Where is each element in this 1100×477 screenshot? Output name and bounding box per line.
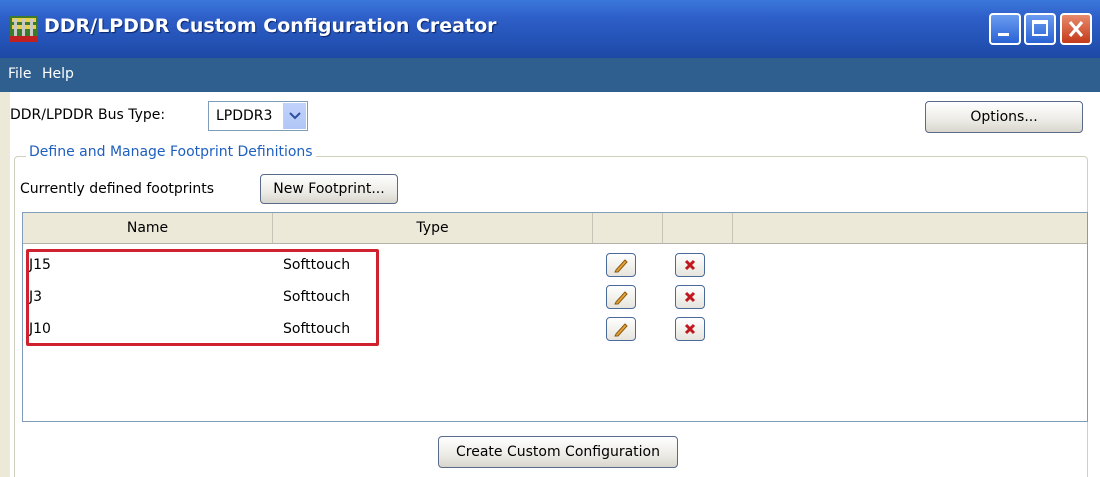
app-icon [10,16,38,42]
pencil-icon [614,323,628,337]
close-icon [1068,21,1084,37]
group-title: Define and Manage Footprint Definitions [26,144,316,160]
pencil-icon [614,259,628,273]
maximize-button[interactable] [1024,13,1056,45]
footprint-table: Name Type J15 Softtouch J3 Softtouch J10… [22,212,1088,422]
table-header: Name Type [23,213,1087,244]
table-row[interactable]: J10 Softtouch [23,313,1087,345]
app-window: DDR/LPDDR Custom Configuration Creator F… [0,0,1100,477]
main-panel: DDR/LPDDR Bus Type: LPDDR3 Options... De… [10,92,1100,477]
chevron-down-icon[interactable] [283,103,306,129]
bus-type-value: LPDDR3 [216,108,273,124]
footprint-type: Softtouch [283,321,351,337]
column-header-delete [663,213,733,243]
title-bar[interactable]: DDR/LPDDR Custom Configuration Creator [0,0,1100,58]
bus-type-label: DDR/LPDDR Bus Type: [10,107,166,123]
table-row[interactable]: J3 Softtouch [23,281,1087,313]
edit-button[interactable] [606,253,636,277]
new-footprint-button[interactable]: New Footprint... [260,174,398,204]
red-x-icon [684,291,696,303]
red-x-icon [684,323,696,335]
footprint-name: J10 [29,321,51,337]
menu-file[interactable]: File [8,66,31,82]
pencil-icon [614,291,628,305]
edit-button[interactable] [606,285,636,309]
window-title: DDR/LPDDR Custom Configuration Creator [44,15,497,37]
minimize-icon [998,33,1009,36]
create-configuration-button[interactable]: Create Custom Configuration [438,436,678,468]
menu-bar: File Help [0,58,1100,92]
column-header-name[interactable]: Name [23,213,273,243]
footprint-name: J3 [29,289,43,305]
currently-defined-label: Currently defined footprints [20,181,215,197]
red-x-icon [684,259,696,271]
menu-help[interactable]: Help [42,66,74,82]
table-row[interactable]: J15 Softtouch [23,249,1087,281]
edit-button[interactable] [606,317,636,341]
maximize-icon [1032,20,1048,36]
delete-button[interactable] [675,317,705,341]
column-header-type[interactable]: Type [273,213,593,243]
minimize-button[interactable] [989,13,1021,45]
close-button[interactable] [1060,13,1092,45]
footprint-name: J15 [29,257,51,273]
column-header-edit [593,213,663,243]
delete-button[interactable] [675,285,705,309]
delete-button[interactable] [675,253,705,277]
footprint-type: Softtouch [283,257,351,273]
footprint-type: Softtouch [283,289,351,305]
options-button[interactable]: Options... [925,101,1083,133]
bus-type-select[interactable]: LPDDR3 [208,101,308,131]
